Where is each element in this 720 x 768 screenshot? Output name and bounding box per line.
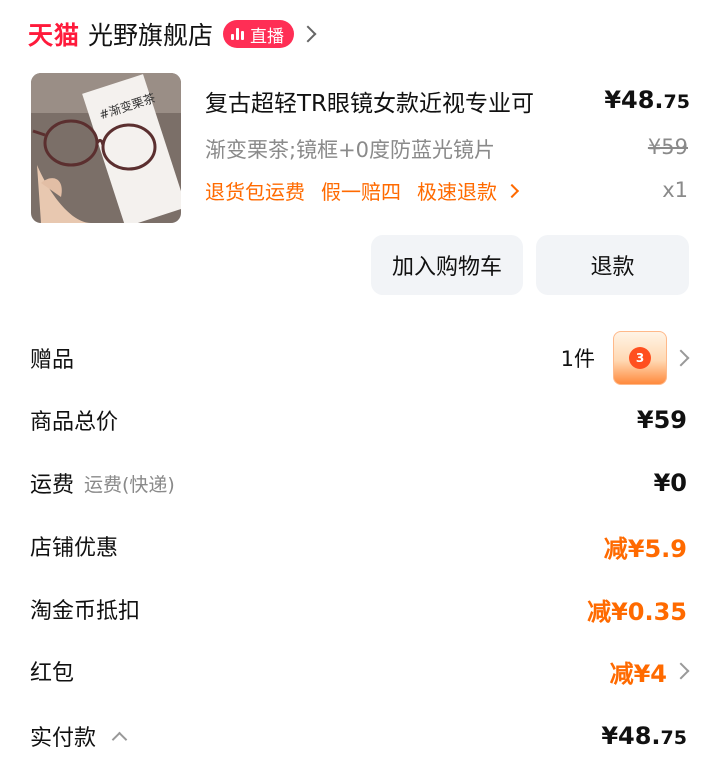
gift-label: 赠品: [30, 348, 75, 373]
service-tag: 退货包运费: [205, 180, 305, 204]
chevron-right-icon: [672, 662, 690, 680]
product-price: ¥48.75: [604, 86, 690, 114]
price-dec: 75: [663, 91, 690, 113]
total-price-label: 商品总价: [30, 410, 119, 435]
red-packet-label: 红包: [30, 661, 75, 686]
live-badge-label: 直播: [250, 26, 285, 47]
chevron-right-icon: [299, 25, 317, 43]
product-thumbnail[interactable]: #渐变栗茶: [31, 73, 181, 223]
paid-amount-row[interactable]: 实付款 ¥48.75: [30, 716, 687, 756]
live-bars-icon: [231, 28, 245, 40]
store-discount-label: 店铺优惠: [30, 536, 119, 561]
store-header[interactable]: 天猫 光野旗舰店 直播: [28, 12, 317, 56]
chevron-right-icon: [504, 183, 520, 198]
quantity: x1: [662, 178, 688, 202]
gift-row[interactable]: 赠品 1件 3: [30, 331, 690, 385]
shipping-method: 运费(快递): [84, 473, 175, 496]
chevron-right-icon: [672, 349, 690, 367]
paid-amount-value: ¥48.75: [601, 722, 687, 750]
service-tag: 极速退款: [417, 180, 497, 204]
red-packet-value: 减¥4: [609, 659, 667, 688]
coin-deduction-value: 减¥0.35: [587, 597, 687, 626]
tmall-logo: 天猫: [28, 21, 81, 50]
price-int: ¥48.: [604, 86, 664, 114]
refund-button[interactable]: 退款: [536, 235, 689, 295]
original-price: ¥59: [647, 135, 688, 159]
service-tags[interactable]: 退货包运费 假一赔四 极速退款: [205, 176, 520, 205]
shipping-value: ¥0: [653, 469, 687, 497]
store-discount-value: 减¥5.9: [603, 534, 687, 563]
add-to-cart-button[interactable]: 加入购物车: [371, 235, 523, 295]
paid-int: ¥48.: [601, 722, 661, 750]
product-sku: 渐变栗茶;镜框+0度防蓝光镜片: [205, 138, 496, 162]
shipping-label: 运费: [30, 473, 75, 498]
coin-deduction-label: 淘金币抵扣: [30, 599, 141, 624]
store-name[interactable]: 光野旗舰店: [88, 16, 213, 52]
chevron-up-icon[interactable]: [111, 731, 128, 747]
total-price-row: 商品总价 ¥59: [30, 400, 687, 440]
product-title[interactable]: 复古超轻TR眼镜女款近视专业可: [205, 84, 534, 118]
live-badge[interactable]: 直播: [223, 20, 295, 48]
paid-amount-label: 实付款: [30, 726, 97, 751]
gift-count: 1件: [560, 347, 595, 371]
paid-dec: 75: [660, 727, 687, 749]
red-packet-row[interactable]: 红包 减¥4: [30, 651, 690, 691]
store-discount-row: 店铺优惠 减¥5.9: [30, 526, 687, 566]
shipping-row: 运费 运费(快递) ¥0: [30, 463, 687, 503]
coin-deduction-row: 淘金币抵扣 减¥0.35: [30, 589, 687, 629]
gift-thumbnail[interactable]: 3: [613, 331, 667, 385]
service-tag: 假一赔四: [321, 180, 401, 204]
total-price-value: ¥59: [636, 406, 687, 434]
gift-coin-icon: 3: [629, 347, 651, 369]
